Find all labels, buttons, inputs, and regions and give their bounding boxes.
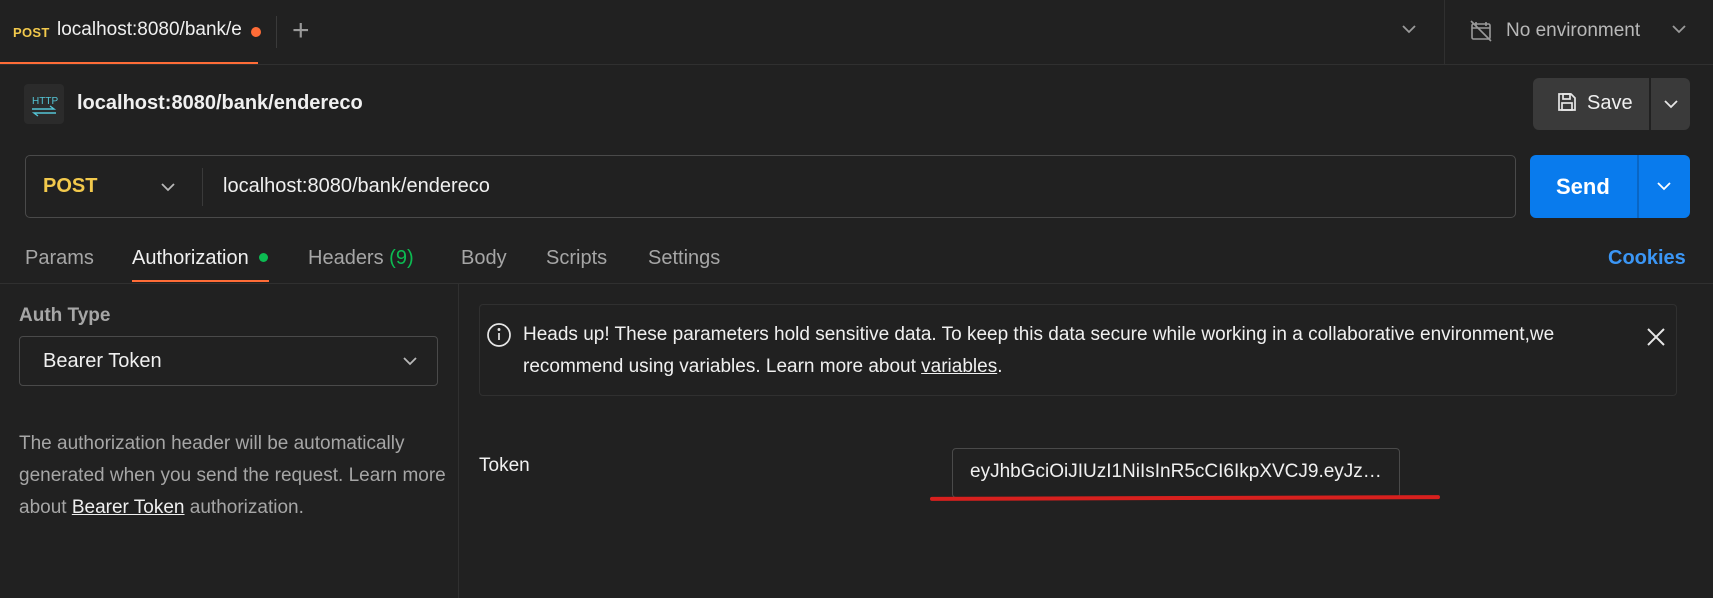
banner-message: Heads up! These parameters hold sensitiv… <box>523 324 1555 377</box>
tab-headers-label: Headers <box>308 247 384 269</box>
auth-type-chevron-down-icon[interactable] <box>401 352 419 375</box>
divider <box>1444 0 1445 64</box>
method-select[interactable]: POST <box>43 175 97 198</box>
divider <box>276 16 277 48</box>
auth-type-value: Bearer Token <box>43 350 162 372</box>
send-dropdown-button[interactable] <box>1639 155 1690 218</box>
send-label: Send <box>1556 174 1610 199</box>
cookies-link[interactable]: Cookies <box>1608 247 1686 270</box>
auth-description: The authorization header will be automat… <box>19 428 449 524</box>
banner-text: Heads up! These parameters hold sensitiv… <box>523 319 1603 383</box>
method-chevron-down-icon[interactable] <box>159 178 177 201</box>
close-icon[interactable] <box>1645 326 1667 353</box>
annotation-underline <box>929 495 1441 501</box>
environment-selector[interactable]: No environment <box>1506 20 1640 42</box>
new-tab-plus-icon[interactable]: + <box>292 14 310 48</box>
save-label: Save <box>1587 92 1633 114</box>
banner-message-end: . <box>997 356 1003 377</box>
unsaved-dot-icon <box>251 27 261 37</box>
divider <box>1637 155 1639 218</box>
tab-authorization[interactable]: Authorization <box>132 247 249 270</box>
save-icon <box>1556 91 1578 118</box>
active-tab-underline <box>132 280 269 282</box>
tab-params[interactable]: Params <box>25 247 94 270</box>
bearer-token-link[interactable]: Bearer Token <box>72 497 185 518</box>
active-dot-icon <box>259 253 268 262</box>
tab-method: POST <box>13 25 50 40</box>
svg-text:HTTP: HTTP <box>32 96 58 107</box>
request-name[interactable]: localhost:8080/bank/endereco <box>77 92 363 115</box>
tab-settings[interactable]: Settings <box>648 247 720 270</box>
tab-body[interactable]: Body <box>461 247 507 270</box>
headers-count-badge: (9) <box>389 247 414 269</box>
panel-divider <box>458 284 459 598</box>
variables-link[interactable]: variables <box>921 356 997 377</box>
divider <box>202 168 203 206</box>
save-dropdown-button[interactable] <box>1651 78 1690 130</box>
tab-headers[interactable]: Headers (9) <box>308 247 414 270</box>
token-label: Token <box>479 455 530 476</box>
divider <box>0 283 1713 284</box>
tabs-chevron-down-icon[interactable] <box>1400 20 1418 43</box>
info-icon <box>486 322 512 353</box>
auth-type-label: Auth Type <box>19 305 111 326</box>
auth-description-tail: authorization. <box>184 497 304 518</box>
tab-scripts[interactable]: Scripts <box>546 247 607 270</box>
token-value: eyJhbGciOiJIUzI1NiIsInR5cCI6IkpXVCJ9.eyJ… <box>970 461 1384 482</box>
http-request-icon: HTTP <box>24 84 64 124</box>
no-environment-icon <box>1469 19 1493 48</box>
environment-chevron-down-icon[interactable] <box>1670 20 1688 43</box>
url-input[interactable]: localhost:8080/bank/endereco <box>223 175 490 198</box>
tab-title: localhost:8080/bank/endereco <box>57 19 243 40</box>
